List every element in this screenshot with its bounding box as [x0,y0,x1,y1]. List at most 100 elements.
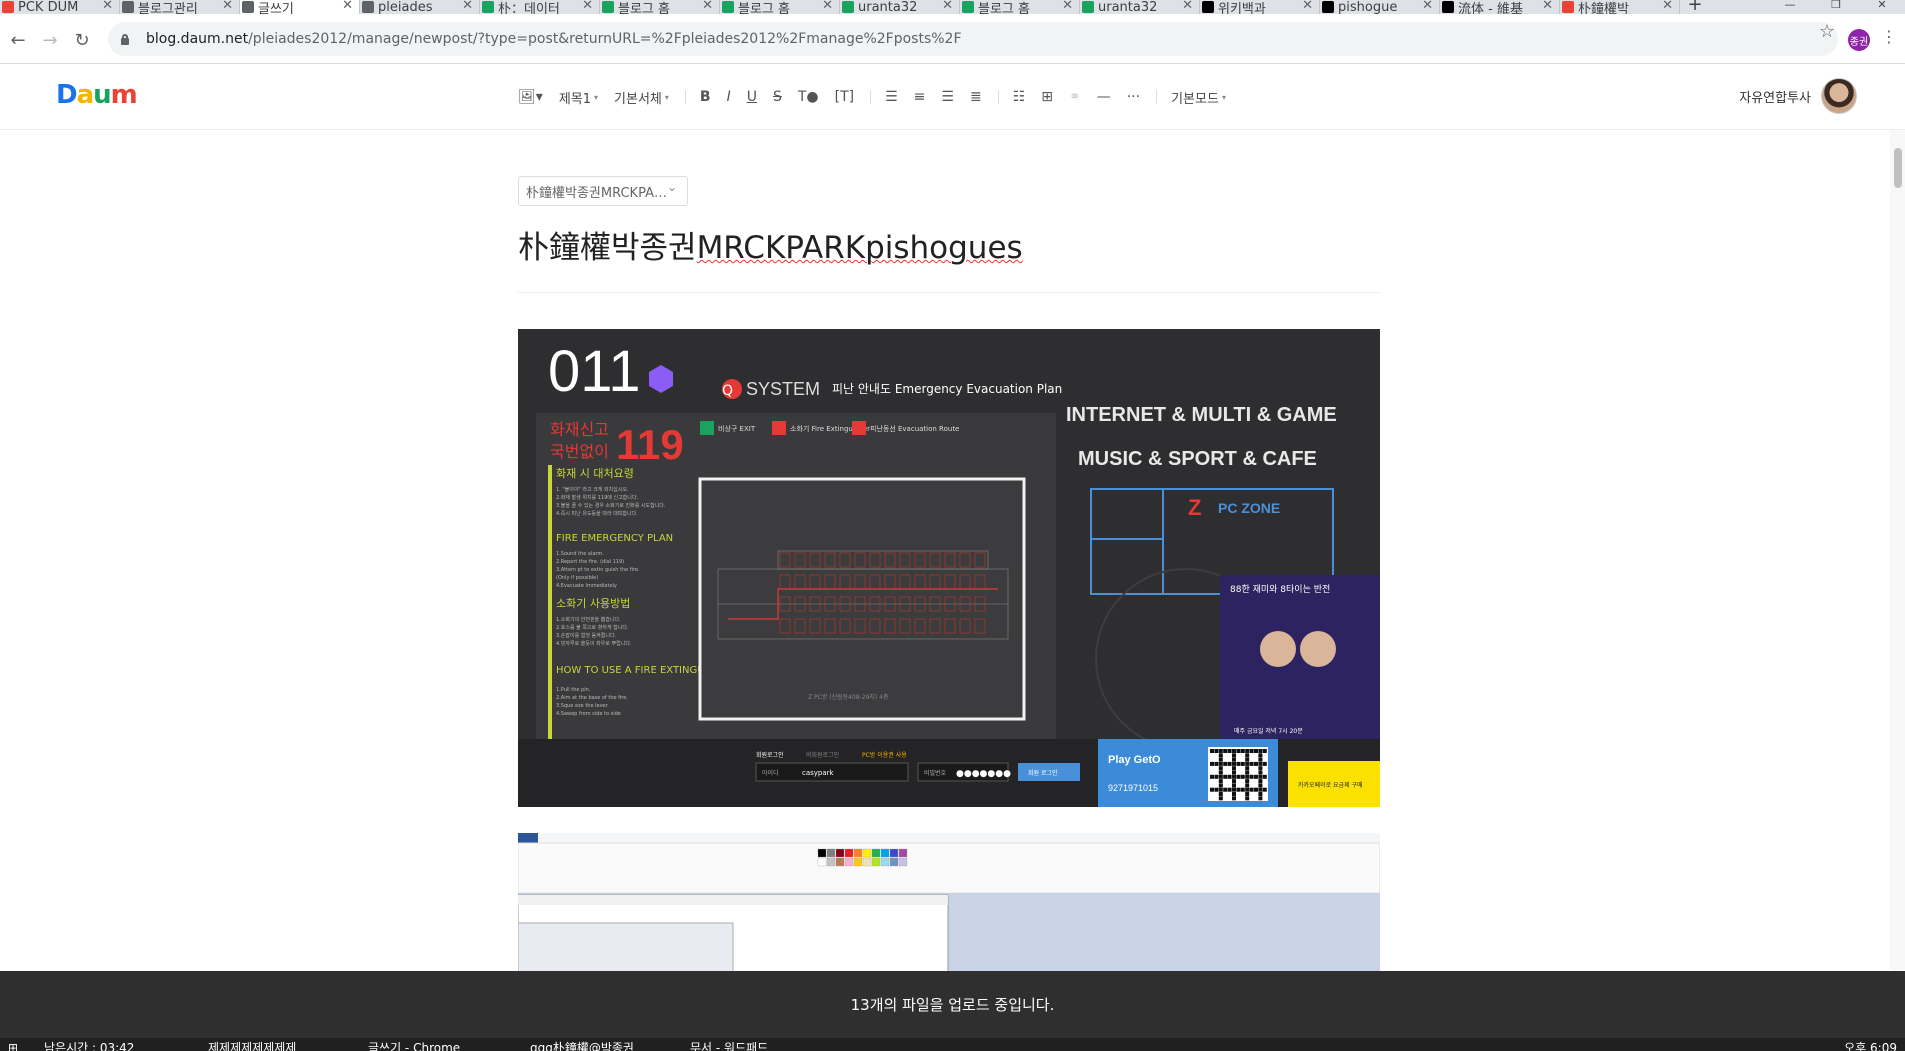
back-icon[interactable]: ← [6,28,30,52]
tab-close-icon[interactable]: ✕ [462,0,473,13]
scrollbar[interactable] [1890,130,1905,970]
underline-icon[interactable]: U [747,89,757,105]
tab-close-icon[interactable]: ✕ [102,0,113,13]
italic-icon[interactable]: I [727,89,731,105]
daum-logo[interactable]: Daum [56,80,138,110]
font-select[interactable]: 기본서체 [614,88,669,107]
kakaopay-label: 카카오페이로 요금제 구매 [1298,781,1363,789]
tab-close-icon[interactable]: ✕ [1302,0,1313,13]
tab-label: pishogue [1338,0,1398,14]
browser-tab[interactable]: pishogue ✕ [1320,0,1440,14]
browser-tab[interactable]: 朴鐘權박 ✕ [1560,0,1680,14]
evacuation-plan-image[interactable]: 011 Q SYSTEM 피난 안내도 Emergency Evacuation… [518,329,1380,807]
paint-screenshot-image[interactable] [518,833,1380,973]
table-icon[interactable]: ⊞ [1041,89,1053,105]
system-clock[interactable]: 오후 6:09 [1844,1038,1897,1051]
tab-close-icon[interactable]: ✕ [1542,0,1553,13]
tab-close-icon[interactable]: ✕ [942,0,953,13]
headline-1: INTERNET & MULTI & GAME [1066,404,1337,426]
scrollbar-thumb[interactable] [1894,148,1902,188]
floor-label: Z PC방 (신림동408-29지) 4층 [808,693,889,701]
fire-number: 119 [616,421,684,468]
tab-label: PCK DUM [18,0,79,14]
tab-close-icon[interactable]: ✕ [1182,0,1193,13]
align-left-icon[interactable]: ☰ [885,89,898,105]
forward-icon[interactable]: → [38,28,62,52]
title-divider [518,292,1380,293]
tab-close-icon[interactable]: ✕ [1422,0,1433,13]
close-window-icon[interactable]: ✕ [1859,0,1905,14]
tab-close-icon[interactable]: ✕ [1062,0,1073,13]
fire-report-label: 화재신고 [550,420,609,439]
bold-icon[interactable]: B [700,89,711,105]
taskbar-item[interactable]: 글쓰기 - Chrome [368,1038,460,1051]
toolbar-divider [870,90,872,104]
tab-close-icon[interactable]: ✕ [222,0,233,13]
restore-icon[interactable]: ❐ [1813,0,1859,14]
browser-menu-icon[interactable]: ⋮ [1881,27,1897,46]
step-text: (Only if possible) [556,575,598,581]
zone-label: PC ZONE [1218,500,1280,516]
link-icon[interactable]: ⚭ [1069,89,1081,105]
category-select[interactable]: 朴鐘權박종권MRCKPA… [518,176,688,206]
avatar[interactable] [1821,78,1857,114]
svg-text:비밀번호: 비밀번호 [924,769,947,777]
new-tab-button[interactable]: + [1680,0,1710,14]
more-icon[interactable]: ··· [1127,89,1140,105]
strikethrough-icon[interactable]: S [773,89,782,105]
browser-tab[interactable]: 위키백과 ✕ [1200,0,1320,14]
text-background-icon[interactable]: [T] [835,89,854,105]
user-box[interactable]: 자유연합투사 [1739,78,1857,114]
horizontal-rule-icon[interactable]: — [1097,89,1111,105]
step-text: 2.Report the fire. (dial 119) [556,559,624,565]
member-login-label: 회원로그인 [756,751,784,759]
favicon-icon [842,1,854,13]
browser-tab[interactable]: 블로그관리 ✕ [120,0,240,14]
tab-close-icon[interactable]: ✕ [822,0,833,13]
tab-close-icon[interactable]: ✕ [342,0,353,13]
browser-tab[interactable]: 朴：데이터 ✕ [480,0,600,14]
svg-text:3.불을 끌 수 있는 경우 소화기로 진화를 시도합니다.: 3.불을 끌 수 있는 경우 소화기로 진화를 시도합니다. [556,502,666,509]
browser-tab[interactable]: 流体 - 維基 ✕ [1440,0,1560,14]
taskbar-item[interactable]: 제제제제제제제제 [208,1038,296,1051]
window-controls: — ❐ ✕ [1767,0,1905,14]
omnibox[interactable]: blog.daum.net/pleiades2012/manage/newpos… [108,22,1838,56]
tab-close-icon[interactable]: ✕ [702,0,713,13]
browser-tab[interactable]: uranta32 ✕ [840,0,960,14]
browser-tab[interactable]: 블로그 홈 ✕ [600,0,720,14]
taskbar-item[interactable]: ggg朴鐘權@박종권 [530,1038,634,1051]
tab-label: 朴：데이터 [498,1,560,15]
taskbar-item[interactable]: 남은시간 : 03:42 [44,1038,134,1051]
svg-text:Z: Z [1188,495,1201,520]
favicon-icon [1202,1,1214,13]
editor-header: Daum 🖼▾ 제목1 기본서체 B I U S T● [T] ☰ ≡ ☰ ≣ … [0,64,1905,130]
browser-tab[interactable]: 블로그 홈 ✕ [720,0,840,14]
text-color-icon[interactable]: T● [798,89,819,105]
bookmark-star-icon[interactable]: ☆ [1819,21,1835,42]
profile-avatar[interactable]: 종권 [1848,29,1870,51]
favicon-icon [1442,1,1454,13]
reload-icon[interactable]: ↻ [70,28,94,52]
login-id: casypark [802,769,835,777]
taskbar-item[interactable]: 무서 - 워드패드 [690,1038,768,1051]
start-icon[interactable]: ⊞ [8,1038,18,1051]
upload-status-banner: 13개의 파일을 업로드 중입니다. [0,971,1905,1038]
browser-tab[interactable]: uranta32 ✕ [1080,0,1200,14]
mode-select[interactable]: 기본모드 [1171,88,1226,107]
browser-tab[interactable]: pleiades ✕ [360,0,480,14]
align-center-icon[interactable]: ≡ [914,89,926,105]
browser-tab[interactable]: 블로그 홈 ✕ [960,0,1080,14]
align-right-icon[interactable]: ☰ [941,89,954,105]
browser-tab[interactable]: 글쓰기 ✕ [240,0,360,14]
browser-tab[interactable]: PCK DUM ✕ [0,0,120,14]
list-icon[interactable]: ☷ [1013,89,1026,105]
post-title[interactable]: 朴鐘權박종권MRCKPARKpishogues [518,222,1023,267]
favicon-icon [482,1,494,13]
image-insert-icon[interactable]: 🖼▾ [518,89,543,105]
heading-select[interactable]: 제목1 [559,88,598,107]
tab-close-icon[interactable]: ✕ [582,0,593,13]
tab-close-icon[interactable]: ✕ [1662,0,1673,13]
align-justify-icon[interactable]: ≣ [970,89,982,105]
minimize-icon[interactable]: — [1767,0,1813,14]
lock-icon [120,34,130,45]
